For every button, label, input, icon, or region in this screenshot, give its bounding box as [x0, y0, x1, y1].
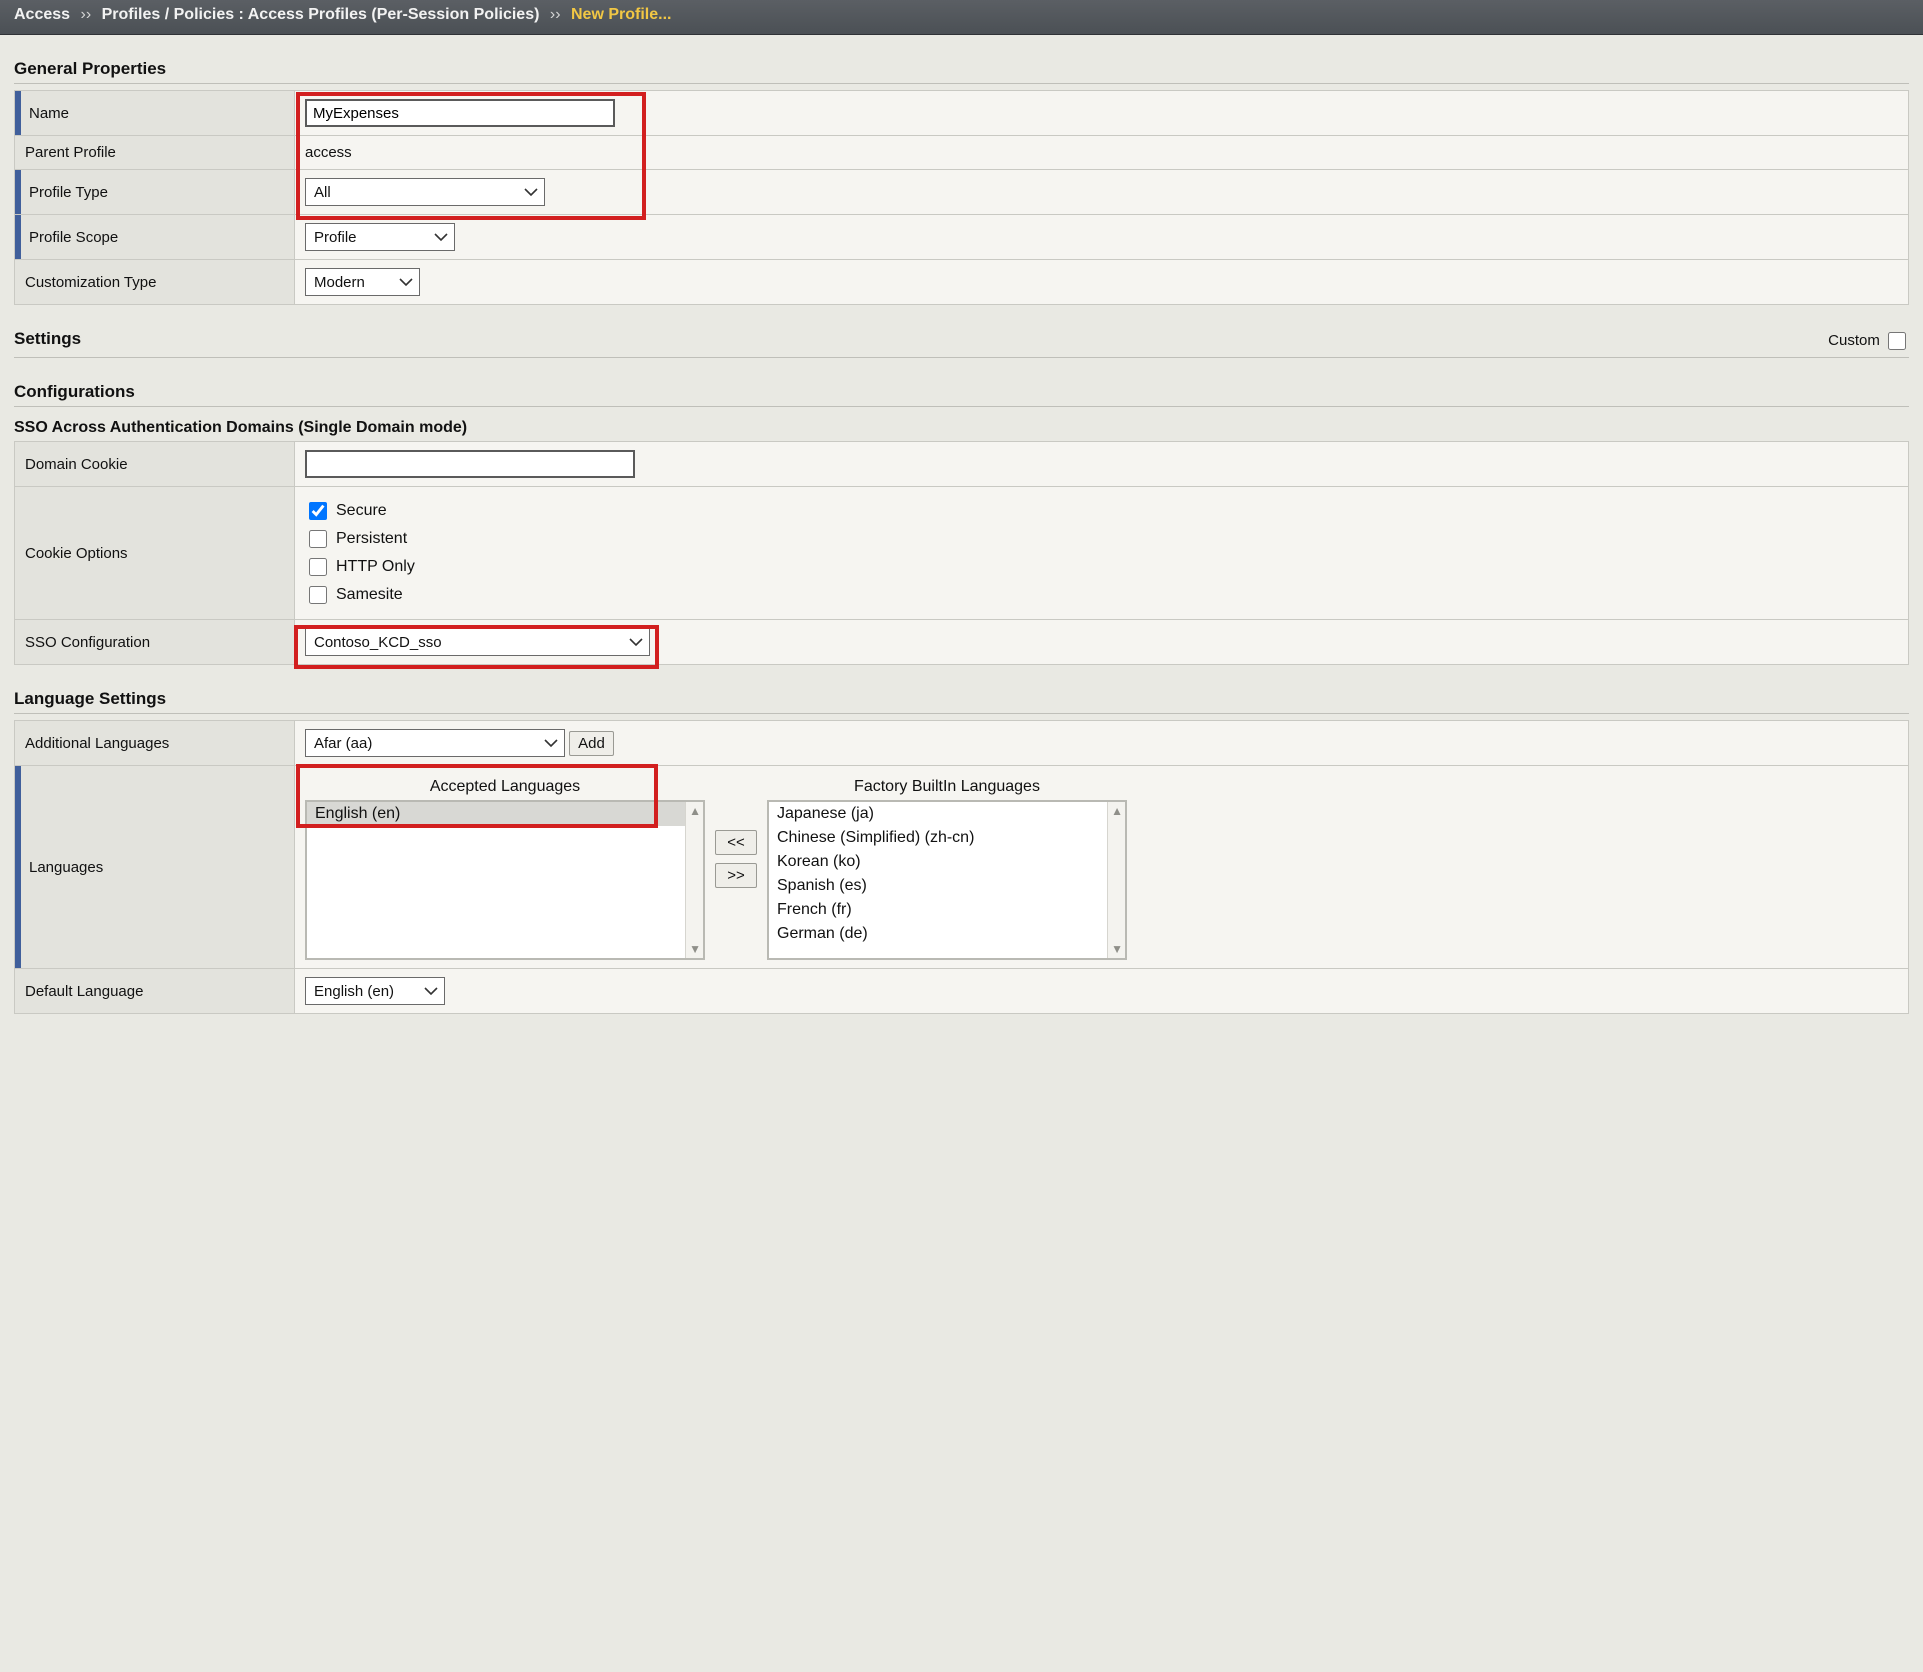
label-parent-profile: Parent Profile	[15, 136, 295, 170]
profile-type-value: All	[314, 184, 331, 201]
sso-subheader: SSO Across Authentication Domains (Singl…	[14, 419, 1909, 437]
move-left-button[interactable]: <<	[715, 830, 757, 855]
profile-scope-value: Profile	[314, 229, 357, 246]
profile-scope-select[interactable]: Profile	[305, 223, 455, 251]
breadcrumb-sep: ››	[544, 6, 567, 23]
label-additional-languages: Additional Languages	[15, 721, 295, 766]
language-table: Additional Languages Afar (aa) Add Langu…	[14, 720, 1909, 1014]
chevron-down-icon	[424, 986, 438, 996]
accepted-languages-title: Accepted Languages	[305, 774, 705, 800]
list-item[interactable]: Chinese (Simplified) (zh-cn)	[769, 826, 1125, 850]
list-item[interactable]: Spanish (es)	[769, 874, 1125, 898]
custom-checkbox[interactable]	[1888, 332, 1906, 350]
list-item[interactable]: Korean (ko)	[769, 850, 1125, 874]
scrollbar[interactable]: ▲ ▼	[1107, 802, 1125, 958]
sso-configuration-value: Contoso_KCD_sso	[314, 634, 442, 651]
default-language-select[interactable]: English (en)	[305, 977, 445, 1005]
sso-table: Domain Cookie Cookie Options Secure Pers…	[14, 441, 1909, 665]
label-profile-scope: Profile Scope	[15, 215, 295, 260]
settings-heading-text: Settings	[14, 329, 81, 348]
section-heading-settings: Settings Custom	[14, 329, 1909, 358]
list-item[interactable]: English (en)	[307, 802, 703, 826]
secure-label: Secure	[336, 502, 387, 520]
custom-checkbox-label: Custom	[1828, 332, 1880, 349]
breadcrumb-sep: ››	[75, 6, 98, 23]
breadcrumb-mid[interactable]: Profiles / Policies : Access Profiles (P…	[102, 6, 540, 23]
http-only-label: HTTP Only	[336, 558, 415, 576]
name-input[interactable]	[305, 99, 615, 127]
additional-languages-select[interactable]: Afar (aa)	[305, 729, 565, 757]
label-name: Name	[15, 91, 295, 136]
profile-type-select[interactable]: All	[305, 178, 545, 206]
accepted-languages-list[interactable]: English (en) ▲ ▼	[305, 800, 705, 960]
move-right-button[interactable]: >>	[715, 863, 757, 888]
http-only-checkbox[interactable]	[309, 558, 327, 576]
section-heading-general: General Properties	[14, 59, 1909, 84]
customization-type-select[interactable]: Modern	[305, 268, 420, 296]
domain-cookie-input[interactable]	[305, 450, 635, 478]
list-item[interactable]: Japanese (ja)	[769, 802, 1125, 826]
value-parent-profile: access	[295, 136, 1909, 170]
scrollbar[interactable]: ▲ ▼	[685, 802, 703, 958]
label-domain-cookie: Domain Cookie	[15, 442, 295, 487]
chevron-down-icon	[544, 738, 558, 748]
general-properties-table: Name Parent Profile access Profile Type …	[14, 90, 1909, 305]
label-sso-configuration: SSO Configuration	[15, 620, 295, 665]
samesite-label: Samesite	[336, 586, 403, 604]
scroll-down-icon[interactable]: ▼	[689, 942, 701, 956]
secure-checkbox[interactable]	[309, 502, 327, 520]
label-cookie-options: Cookie Options	[15, 487, 295, 620]
customization-type-value: Modern	[314, 274, 365, 291]
label-languages: Languages	[15, 766, 295, 969]
factory-languages-title: Factory BuiltIn Languages	[767, 774, 1127, 800]
samesite-checkbox[interactable]	[309, 586, 327, 604]
persistent-label: Persistent	[336, 530, 407, 548]
label-customization-type: Customization Type	[15, 260, 295, 305]
persistent-checkbox[interactable]	[309, 530, 327, 548]
section-heading-language: Language Settings	[14, 689, 1909, 714]
chevron-down-icon	[434, 232, 448, 242]
section-heading-configurations: Configurations	[14, 382, 1909, 407]
scroll-up-icon[interactable]: ▲	[689, 804, 701, 818]
list-item[interactable]: German (de)	[769, 922, 1125, 946]
sso-configuration-select[interactable]: Contoso_KCD_sso	[305, 628, 650, 656]
list-item[interactable]: French (fr)	[769, 898, 1125, 922]
label-default-language: Default Language	[15, 969, 295, 1014]
scroll-down-icon[interactable]: ▼	[1111, 942, 1123, 956]
label-profile-type: Profile Type	[15, 170, 295, 215]
breadcrumb-current: New Profile...	[571, 6, 671, 23]
factory-languages-list[interactable]: Japanese (ja)Chinese (Simplified) (zh-cn…	[767, 800, 1127, 960]
chevron-down-icon	[524, 187, 538, 197]
additional-languages-value: Afar (aa)	[314, 735, 372, 752]
scroll-up-icon[interactable]: ▲	[1111, 804, 1123, 818]
add-language-button[interactable]: Add	[569, 731, 614, 756]
default-language-value: English (en)	[314, 983, 394, 1000]
chevron-down-icon	[399, 277, 413, 287]
breadcrumb-root[interactable]: Access	[14, 6, 70, 23]
chevron-down-icon	[629, 637, 643, 647]
breadcrumb: Access ›› Profiles / Policies : Access P…	[0, 0, 1923, 35]
